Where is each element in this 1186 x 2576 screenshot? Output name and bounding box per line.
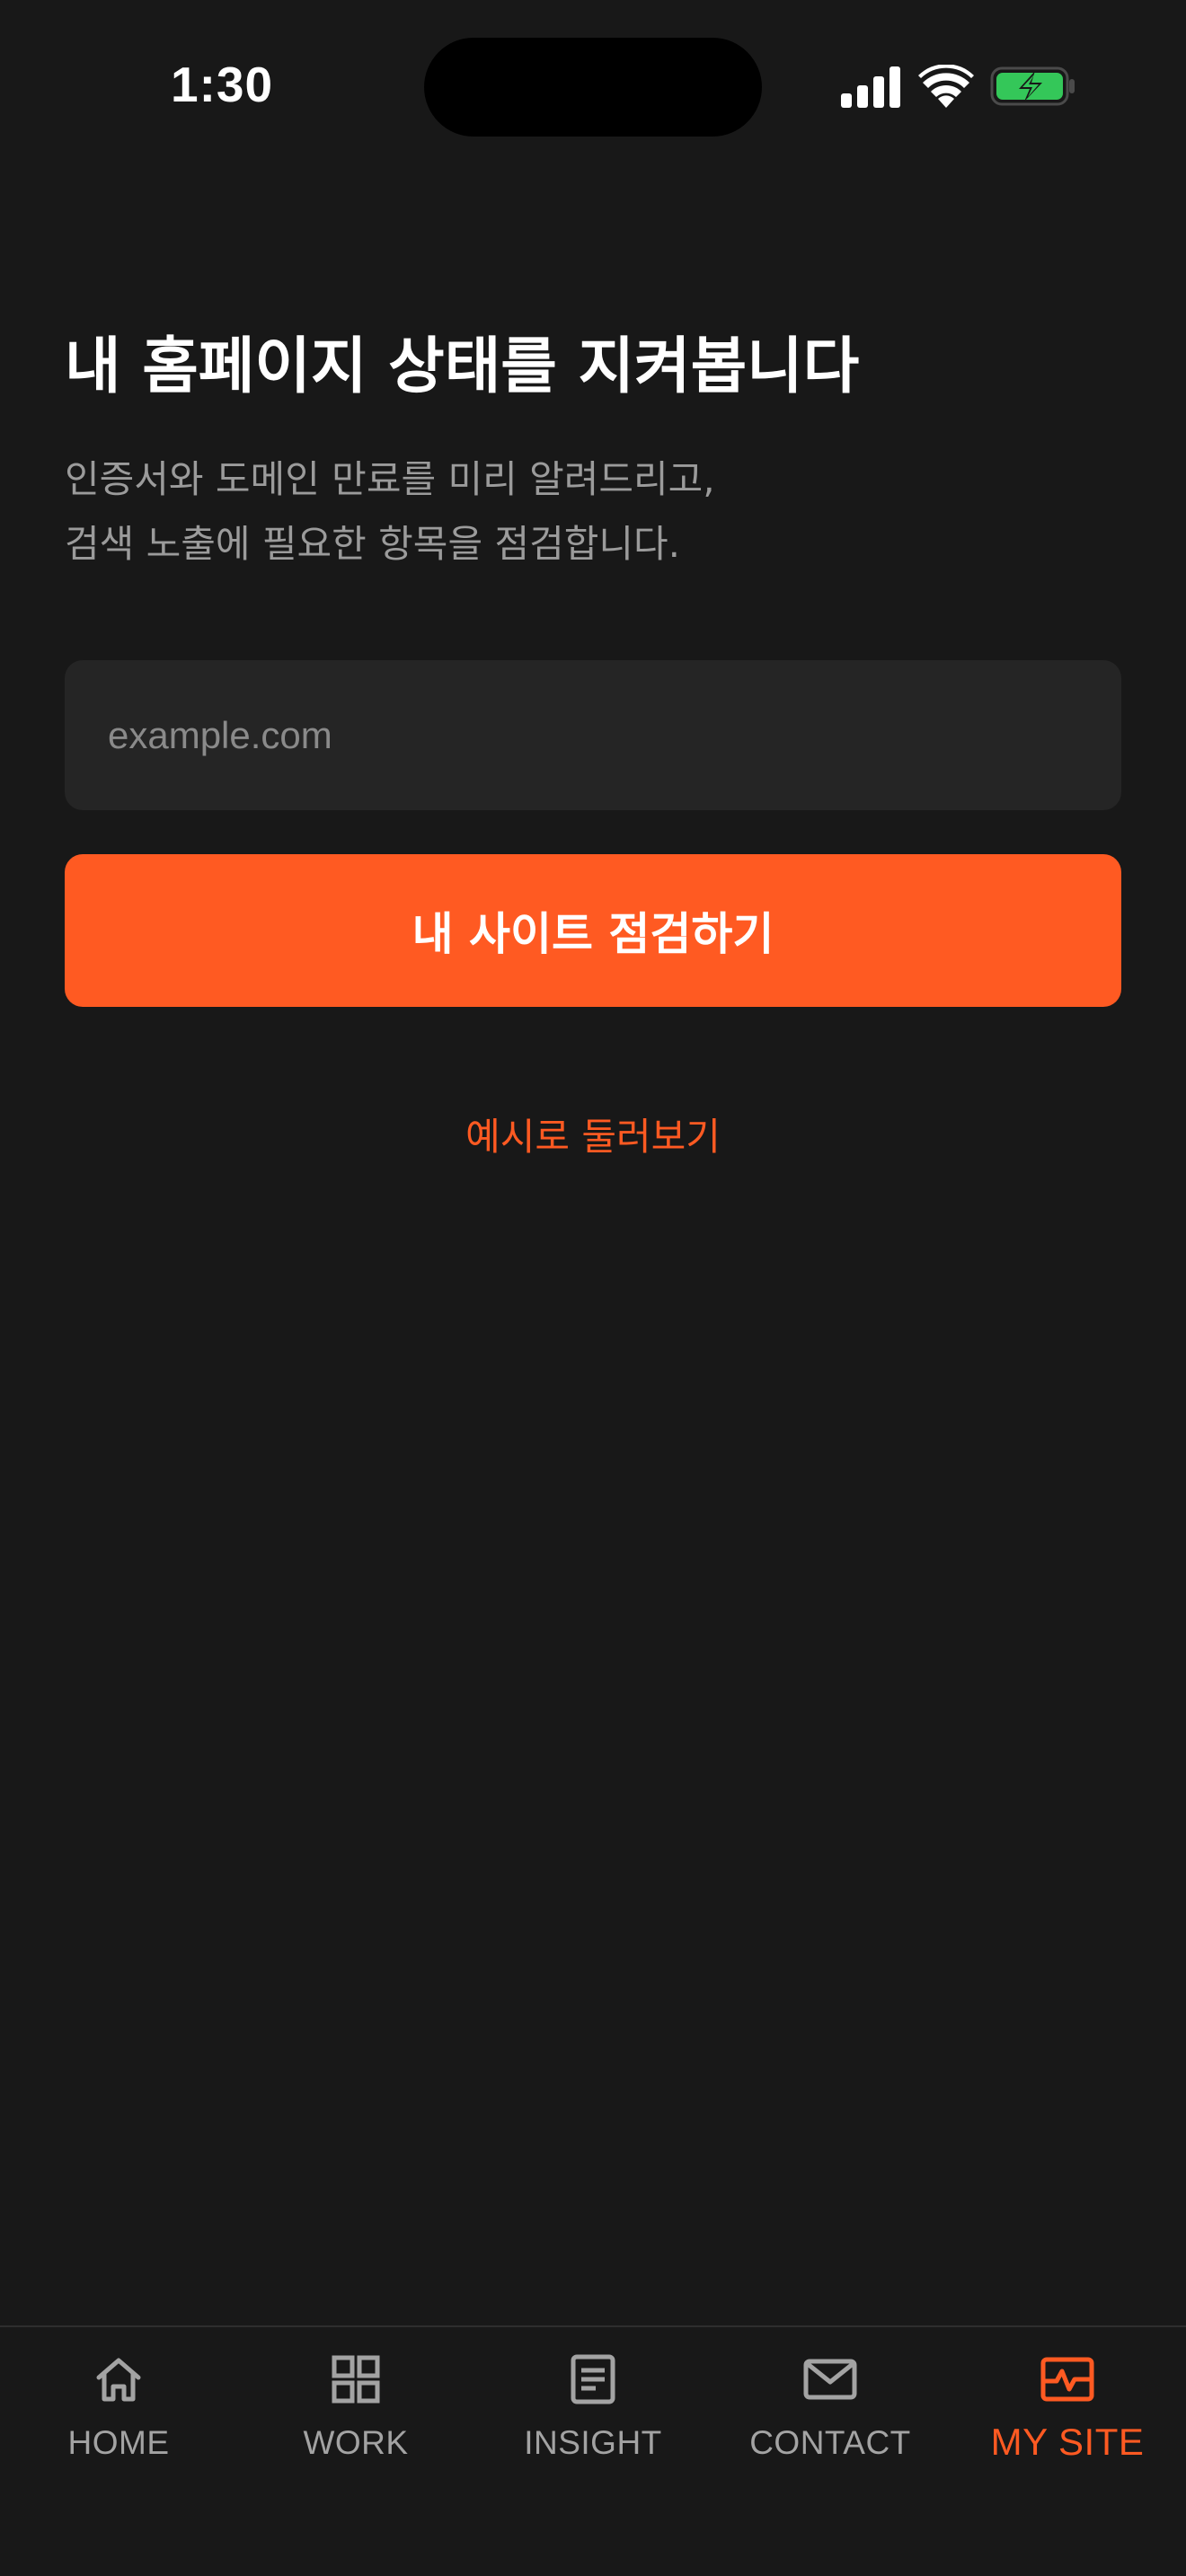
wifi-icon [918,65,974,108]
status-time: 1:30 [171,57,274,112]
check-site-button[interactable]: 내 사이트 점검하기 [65,854,1121,1007]
description-line-1: 인증서와 도메인 만료를 미리 알려드리고, [65,457,715,501]
nav-label-home: HOME [67,2424,170,2461]
nav-item-contact[interactable]: CONTACT [712,2327,949,2507]
home-icon [96,2358,141,2402]
nav-item-my-site[interactable]: MY SITE [949,2327,1186,2507]
bottom-nav: HOME WORK INSIGHT CONTACT MY SITE [0,2325,1186,2576]
nav-label-contact: CONTACT [749,2424,911,2461]
document-icon [571,2354,615,2404]
nav-item-work[interactable]: WORK [237,2327,474,2507]
example-preview-link[interactable]: 예시로 둘러보기 [0,1107,1186,1161]
site-monitor-icon [1040,2357,1094,2402]
cellular-signal-icon [841,66,900,108]
grid-icon [332,2355,380,2404]
mail-icon [803,2359,857,2400]
nav-label-my-site: MY SITE [990,2421,1145,2463]
nav-item-insight[interactable]: INSIGHT [474,2327,712,2507]
dynamic-island [424,38,762,137]
page-title: 내 홈페이지 상태를 지켜봅니다 [65,331,860,402]
site-url-input[interactable] [65,660,1121,810]
status-bar: 1:30 [0,0,1186,171]
page-description: 인증서와 도메인 만료를 미리 알려드리고, 검색 노출에 필요한 항목을 점검… [65,447,715,577]
nav-label-work: WORK [303,2424,409,2461]
battery-charging-icon [990,66,1075,106]
description-line-2: 검색 노출에 필요한 항목을 점검합니다. [65,522,680,566]
nav-item-home[interactable]: HOME [0,2327,237,2507]
nav-label-insight: INSIGHT [524,2424,662,2461]
